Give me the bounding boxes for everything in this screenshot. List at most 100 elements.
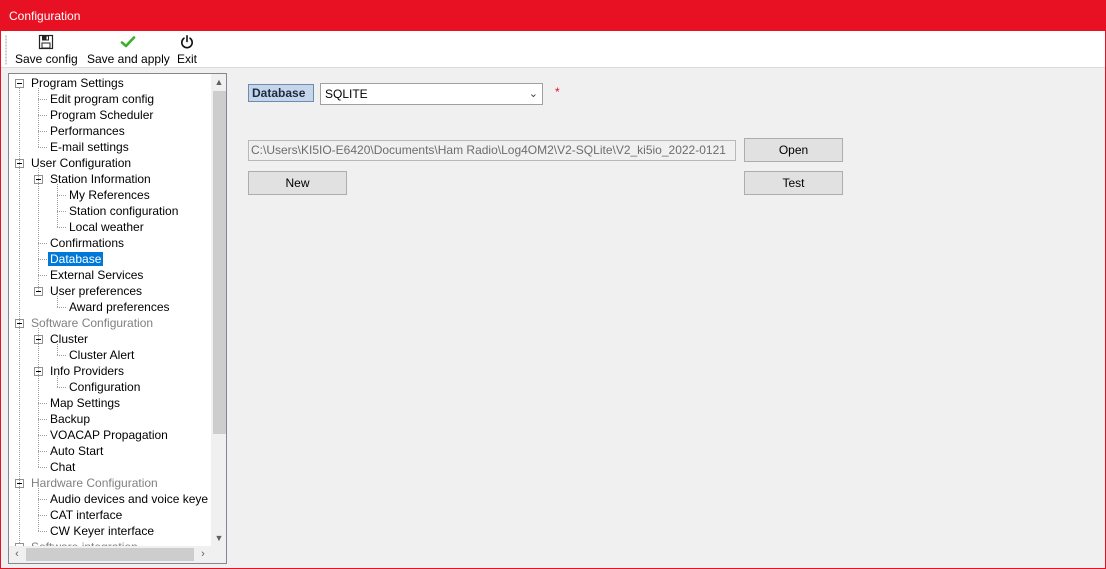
tree-item-hardware-configuration[interactable]: Hardware Configuration <box>31 475 158 491</box>
tree-horizontal-scrollbar[interactable]: ‹ › <box>9 546 211 563</box>
tree-connector <box>38 467 47 468</box>
tree-connector <box>57 227 66 228</box>
tree-item-label: Program Scheduler <box>50 108 154 122</box>
tree-connector <box>57 307 66 308</box>
tree-connector <box>38 531 47 532</box>
tree-item-info-providers[interactable]: Info Providers <box>50 363 124 379</box>
save-config-label: Save config <box>15 52 78 66</box>
save-and-apply-label: Save and apply <box>87 52 170 66</box>
tree-item-label: Hardware Configuration <box>31 476 158 490</box>
tree-item-label: Cluster <box>50 332 89 346</box>
tree-item-external-services[interactable]: External Services <box>50 267 143 283</box>
tree-item-backup[interactable]: Backup <box>50 411 90 427</box>
chevron-down-icon: ⌄ <box>528 88 538 100</box>
tree-item-local-weather[interactable]: Local weather <box>69 219 144 235</box>
green-checkmark-icon <box>87 34 169 50</box>
tree-item-label: User preferences <box>50 284 143 298</box>
open-button[interactable]: Open <box>744 138 843 162</box>
tree-item-award-preferences[interactable]: Award preferences <box>69 299 170 315</box>
tree-item-label: Station configuration <box>69 204 179 218</box>
new-button[interactable]: New <box>248 171 347 195</box>
tree-item-performances[interactable]: Performances <box>50 123 125 139</box>
scroll-left-arrow-icon[interactable]: ‹ <box>9 546 25 563</box>
title-bar: Configuration <box>0 0 1106 31</box>
scroll-down-arrow-icon[interactable]: ▼ <box>211 530 226 546</box>
tree-connector <box>57 387 66 388</box>
tree-connector <box>38 451 47 452</box>
tree-item-label: Backup <box>50 412 91 426</box>
tree-item-label: My References <box>69 188 150 202</box>
tree-item-cluster-alert[interactable]: Cluster Alert <box>69 347 134 363</box>
tree-item-label: CAT interface <box>50 508 123 522</box>
tree-item-auto-start[interactable]: Auto Start <box>50 443 103 459</box>
tree-item-edit-program-config[interactable]: Edit program config <box>50 91 154 107</box>
floppy-disk-icon <box>15 34 77 50</box>
database-path-field[interactable]: C:\Users\KI5IO-E6420\Documents\Ham Radio… <box>248 140 736 161</box>
tree-item-label: Confirmations <box>50 236 125 250</box>
tree-item-configuration[interactable]: Configuration <box>69 379 140 395</box>
tree-item-label: CW Keyer interface <box>50 524 155 538</box>
tree-item-database[interactable]: Database <box>48 251 104 267</box>
tree-connector <box>38 403 47 404</box>
tree-connector <box>38 131 47 132</box>
tree-connector <box>38 147 47 148</box>
scroll-up-arrow-icon[interactable]: ▲ <box>211 74 226 90</box>
scrollbar-corner <box>211 546 226 563</box>
tree-item-label: E-mail settings <box>50 140 129 154</box>
tree-vertical-scrollbar[interactable]: ▲ ▼ <box>211 74 226 546</box>
tree-connector <box>38 419 47 420</box>
test-button[interactable]: Test <box>744 171 843 195</box>
tree-item-user-preferences[interactable]: User preferences <box>50 283 142 299</box>
tree-item-label: Program Settings <box>31 76 124 90</box>
tree-connector <box>38 259 47 260</box>
tree-item-confirmations[interactable]: Confirmations <box>50 235 124 251</box>
database-type-select[interactable]: SQLITE ⌄ <box>320 83 543 105</box>
tree-connector <box>38 275 47 276</box>
tree-guide-line <box>57 376 58 387</box>
tree-item-program-scheduler[interactable]: Program Scheduler <box>50 107 153 123</box>
tree-connector <box>57 211 66 212</box>
tree-item-label: Cluster Alert <box>69 348 135 362</box>
tree-item-label: Map Settings <box>50 396 121 410</box>
tree-item-audio-devices-and-voice-keye[interactable]: Audio devices and voice keye <box>50 491 208 507</box>
save-and-apply-button[interactable]: Save and apply <box>87 34 170 66</box>
tree-item-software-configuration[interactable]: Software Configuration <box>31 315 153 331</box>
settings-tree[interactable]: Program Settings Edit program config Progr… <box>8 73 227 564</box>
tree-item-station-information[interactable]: Station Information <box>50 171 151 187</box>
toolbar: Save config Save and apply Exit <box>1 31 1105 68</box>
database-label: Database <box>248 84 314 102</box>
tree-item-label: Software Configuration <box>31 316 154 330</box>
tree-item-label: Info Providers <box>50 364 125 378</box>
tree-item-e-mail-settings[interactable]: E-mail settings <box>50 139 129 155</box>
database-type-value: SQLITE <box>325 87 368 101</box>
tree-connector <box>57 355 66 356</box>
tree-item-cat-interface[interactable]: CAT interface <box>50 507 122 523</box>
window-title: Configuration <box>9 9 81 23</box>
tree-item-map-settings[interactable]: Map Settings <box>50 395 120 411</box>
exit-button[interactable]: Exit <box>175 34 199 66</box>
tree-guide-line <box>57 296 58 307</box>
toolbar-grip[interactable] <box>5 35 7 65</box>
tree-item-my-references[interactable]: My References <box>69 187 150 203</box>
tree-item-label: Performances <box>50 124 125 138</box>
tree-item-cw-keyer-interface[interactable]: CW Keyer interface <box>50 523 154 539</box>
save-config-button[interactable]: Save config <box>15 34 78 66</box>
vertical-scroll-thumb[interactable] <box>213 91 226 434</box>
tree-item-chat[interactable]: Chat <box>50 459 75 475</box>
tree-item-station-configuration[interactable]: Station configuration <box>69 203 178 219</box>
tree-connector <box>38 499 47 500</box>
tree-connector <box>38 99 47 100</box>
tree-guide-line <box>38 488 39 531</box>
tree-item-label: Audio devices and voice keye <box>50 492 209 506</box>
tree-item-label: Configuration <box>69 380 141 394</box>
tree-item-voacap-propagation[interactable]: VOACAP Propagation <box>50 427 168 443</box>
tree-item-program-settings[interactable]: Program Settings <box>31 75 124 91</box>
tree-item-software-integration[interactable]: Software integration <box>31 539 138 546</box>
tree-item-cluster[interactable]: Cluster <box>50 331 88 347</box>
horizontal-scroll-thumb[interactable] <box>26 548 194 561</box>
scroll-right-arrow-icon[interactable]: › <box>195 546 211 563</box>
tree-item-label: Award preferences <box>69 300 170 314</box>
tree-guide-line <box>38 88 39 147</box>
tree-item-user-configuration[interactable]: User Configuration <box>31 155 131 171</box>
power-icon <box>175 34 199 50</box>
